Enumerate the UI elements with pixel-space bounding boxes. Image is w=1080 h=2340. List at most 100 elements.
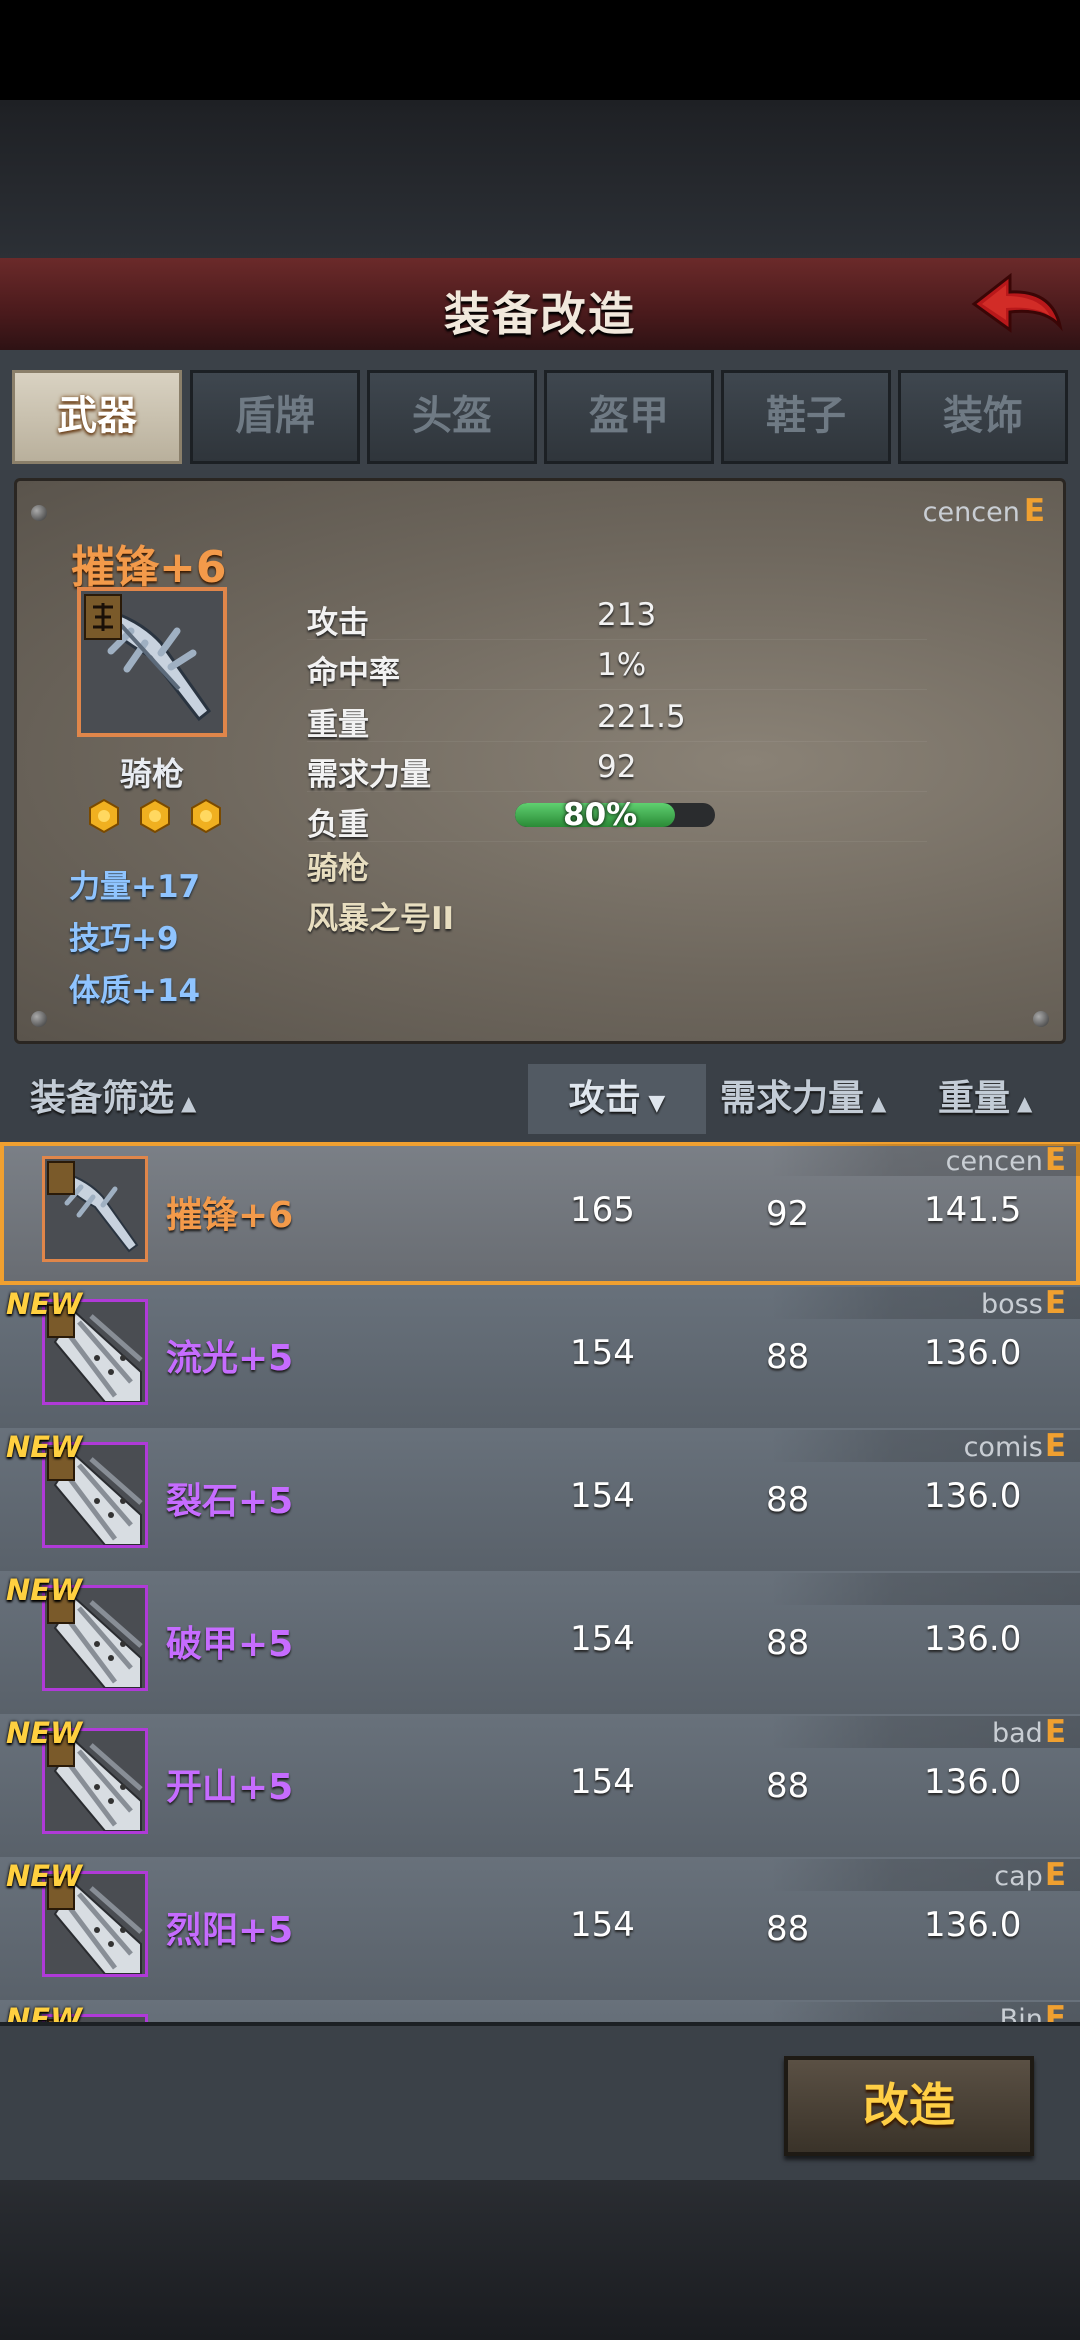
tab-helmet[interactable]: 头盔 <box>367 370 537 464</box>
stat-value: 92 <box>597 749 637 785</box>
stat-value: 221.5 <box>597 699 686 735</box>
filter-sort[interactable]: 装备筛选 ▲ <box>30 1064 196 1134</box>
stat-row: 攻击 213 <box>307 591 927 641</box>
stat-row: 需求力量 92 <box>307 743 927 793</box>
owner-name: comis <box>963 1432 1043 1463</box>
sort-up-icon: ▲ <box>174 1091 197 1115</box>
tab-weapon[interactable]: 武器 <box>12 370 182 464</box>
back-arrow-icon[interactable] <box>966 268 1066 340</box>
sort-weight[interactable]: 重量 ▲ <box>938 1064 1032 1134</box>
sort-up-icon: ▲ <box>864 1091 887 1115</box>
stat-value: 213 <box>597 597 657 633</box>
owner-tag: bossE <box>981 1285 1066 1321</box>
new-badge: NEW <box>6 1287 83 1321</box>
new-badge: NEW <box>6 1859 83 1893</box>
grade-letter: E <box>1044 1142 1066 1178</box>
item-name: 摧锋+6 <box>166 1195 294 1236</box>
owner-tag: BinE <box>1000 2000 1066 2022</box>
list-item[interactable]: badE NEW 开山+5 154 88 136.0 <box>0 1714 1080 1859</box>
weight-value: 141.5 <box>924 1190 1022 1230</box>
sort-req-strength[interactable]: 需求力量 ▲ <box>720 1064 886 1134</box>
extra-weapon-class: 骑枪 <box>307 851 369 887</box>
sort-attack[interactable]: 攻击 ▼ <box>528 1064 706 1134</box>
weapon-type: 骑枪 <box>119 755 184 793</box>
star-icon <box>89 799 119 833</box>
owner-strip <box>770 1573 1080 1605</box>
grade-letter: E <box>1044 1428 1066 1464</box>
stat-value: 1% <box>597 647 647 683</box>
item-name: 流光+5 <box>166 1338 294 1379</box>
list-item[interactable]: comisE NEW 裂石+5 154 88 136.0 <box>0 1428 1080 1573</box>
item-name: 裂石+5 <box>166 1481 294 1522</box>
tab-accessory[interactable]: 装饰 <box>898 370 1068 464</box>
req-strength-value: 92 <box>766 1194 810 1234</box>
owner-tag: capE <box>994 1857 1066 1893</box>
filter-label: 装备筛选 <box>30 1078 175 1119</box>
stat-label: 重量 <box>307 707 369 743</box>
stat-label: 攻击 <box>307 605 369 641</box>
owner-name: cap <box>994 1861 1043 1892</box>
item-name: 开山+5 <box>166 1767 294 1808</box>
stat-label: 命中率 <box>307 655 400 691</box>
weight-label: 重量 <box>938 1078 1011 1119</box>
tab-shoes[interactable]: 鞋子 <box>721 370 891 464</box>
owner-tag: comisE <box>964 1428 1066 1464</box>
attack-value: 165 <box>570 1190 635 1230</box>
rivet-icon <box>1033 1011 1049 1027</box>
new-badge: NEW <box>6 1716 83 1750</box>
item-name: 摧锋+6 <box>71 542 227 593</box>
bonus-skill: 技巧+9 <box>69 921 179 957</box>
owner-name: cencen <box>922 497 1020 528</box>
grade-letter: E <box>1044 1714 1066 1750</box>
new-badge: NEW <box>6 1573 83 1607</box>
grade-letter: E <box>1044 1857 1066 1893</box>
load-value: 80% <box>563 797 638 833</box>
attack-value: 154 <box>570 1333 635 1373</box>
attack-value: 154 <box>570 1905 635 1945</box>
weight-value: 136.0 <box>924 1905 1022 1945</box>
weapon-icon <box>42 1156 148 1262</box>
list-item[interactable]: capE NEW 烈阳+5 154 88 136.0 <box>0 1857 1080 2002</box>
attack-value: 154 <box>570 1476 635 1516</box>
owner-name: Bin <box>999 2004 1043 2022</box>
grade-letter: E <box>1044 2000 1066 2022</box>
req-strength-value: 88 <box>766 1623 810 1663</box>
star-icon <box>140 799 171 833</box>
owner-name: boss <box>981 1289 1043 1320</box>
title-bar: 装备改造 <box>0 258 1080 353</box>
req-strength-value: 88 <box>766 1766 810 1806</box>
load-row: 负重 80% <box>307 793 927 843</box>
stat-row: 重量 221.5 <box>307 693 927 743</box>
extra-skill: 风暴之号II <box>307 901 455 937</box>
weapon-icon <box>77 587 227 737</box>
owner-tag: cencenE <box>946 1142 1066 1178</box>
list-item[interactable]: NEW 破甲+5 154 88 136.0 <box>0 1571 1080 1716</box>
item-name: 破甲+5 <box>166 1624 294 1665</box>
grade-letter: E <box>1023 493 1045 529</box>
owner-tag: cencenE <box>923 493 1045 529</box>
item-detail-panel: cencen E 摧锋+6 骑枪 力量+17 技巧+9 体质+14 攻击 213 … <box>14 478 1066 1044</box>
bottom-background <box>0 2180 1080 2340</box>
stat-row: 命中率 1% <box>307 641 927 691</box>
bonus-constitution: 体质+14 <box>69 973 201 1009</box>
equipment-list: cencenE 摧锋+6 165 92 141.5 bossE NEW 流光+5 154 88 13… <box>0 1142 1080 2022</box>
list-item[interactable]: cencenE 摧锋+6 165 92 141.5 <box>0 1142 1080 1287</box>
req-strength-label: 需求力量 <box>720 1078 865 1119</box>
attack-value: 154 <box>570 1762 635 1802</box>
stat-label: 需求力量 <box>307 757 431 793</box>
bonus-strength: 力量+17 <box>69 869 201 905</box>
tab-shield[interactable]: 盾牌 <box>190 370 360 464</box>
req-strength-value: 88 <box>766 1909 810 1949</box>
star-rating <box>87 799 235 837</box>
req-strength-value: 88 <box>766 1480 810 1520</box>
weight-value: 136.0 <box>924 1476 1022 1516</box>
list-item[interactable]: bossE NEW 流光+5 154 88 136.0 <box>0 1285 1080 1430</box>
tab-armor[interactable]: 盔甲 <box>544 370 714 464</box>
reforge-button[interactable]: 改造 <box>784 2056 1034 2156</box>
grade-letter: E <box>1044 1285 1066 1321</box>
page-title: 装备改造 <box>444 287 636 341</box>
load-label: 负重 <box>307 807 369 843</box>
owner-name: cencen <box>945 1146 1043 1177</box>
list-item[interactable]: BinE NEW <box>0 2000 1080 2022</box>
rivet-icon <box>31 1011 47 1027</box>
